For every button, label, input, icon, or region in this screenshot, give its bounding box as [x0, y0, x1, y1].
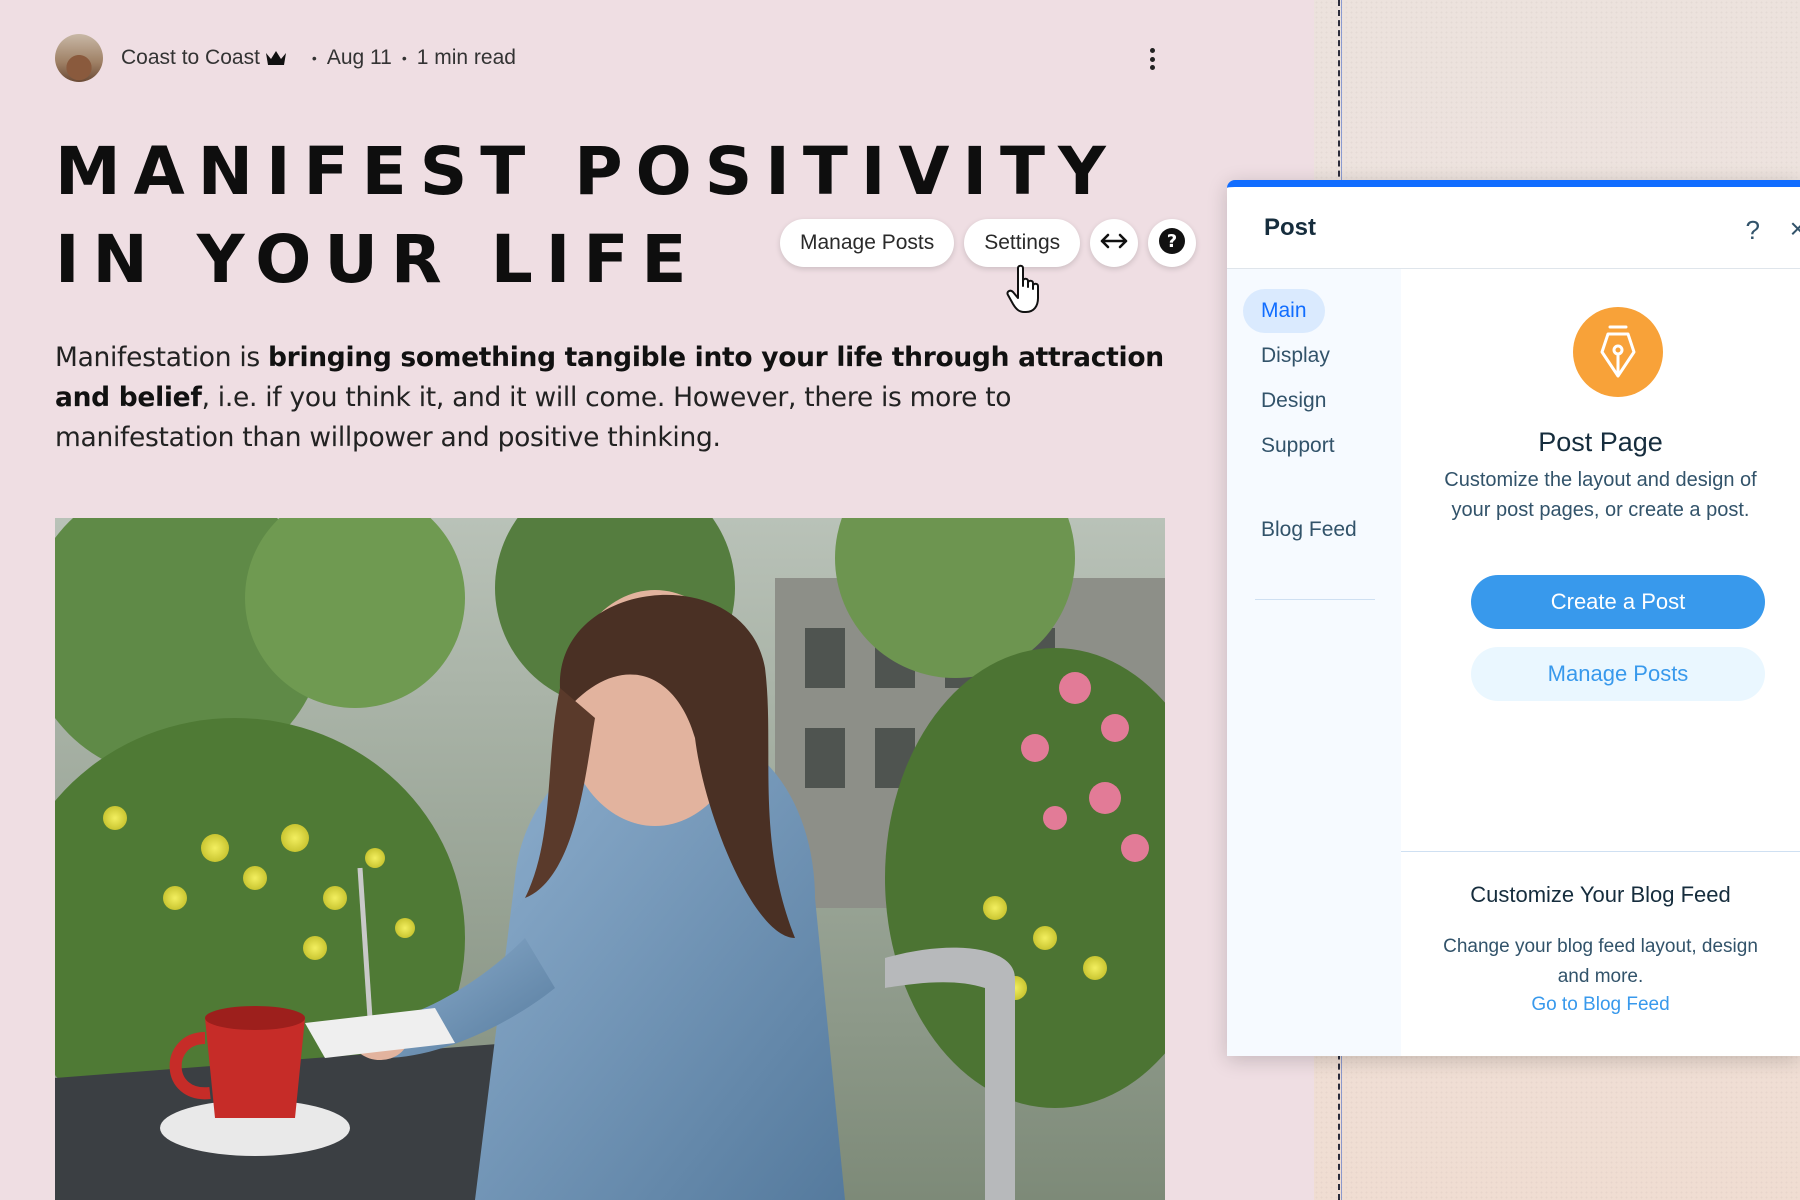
blog-feed-description: Change your blog feed layout, design and… — [1443, 936, 1758, 987]
settings-button[interactable]: Settings — [964, 219, 1081, 267]
post-date: Aug 11 — [326, 46, 392, 69]
panel-title: Post — [1264, 213, 1317, 241]
excerpt-text: Manifestation is — [55, 342, 269, 373]
crown-icon — [264, 49, 288, 67]
svg-text:?: ? — [1167, 231, 1177, 252]
dot-separator: • — [401, 50, 407, 66]
nav-divider — [1255, 599, 1375, 600]
help-button[interactable]: ? — [1148, 219, 1197, 267]
author-name[interactable]: Coast to Coast — [121, 46, 260, 70]
close-icon[interactable]: × — [1790, 213, 1800, 245]
go-to-blog-feed-link[interactable]: Go to Blog Feed — [1401, 994, 1800, 1016]
question-icon: ? — [1158, 227, 1186, 260]
tab-blog-feed[interactable]: Blog Feed — [1243, 508, 1375, 552]
hand-cursor-icon — [1006, 264, 1046, 321]
post-cover-image[interactable] — [55, 518, 1165, 1200]
manage-posts-panel-button[interactable]: Manage Posts — [1471, 647, 1765, 701]
tab-design[interactable]: Design — [1243, 379, 1344, 423]
create-post-button[interactable]: Create a Post — [1471, 575, 1765, 629]
more-icon[interactable] — [1140, 44, 1164, 74]
tab-support[interactable]: Support — [1243, 424, 1353, 468]
post-page-title: Post Page — [1538, 427, 1663, 457]
arrows-horizontal-icon — [1100, 232, 1128, 255]
panel-header: Post ? × — [1227, 187, 1800, 269]
post-title-line-1: MANIFEST POSITIVITY — [55, 133, 1119, 210]
tab-main[interactable]: Main — [1243, 289, 1325, 333]
manage-posts-button[interactable]: Manage Posts — [780, 219, 955, 267]
settings-panel: Post ? × Main Display Design Support Blo… — [1227, 180, 1800, 1056]
dot-separator: • — [311, 50, 317, 66]
blog-feed-title: Customize Your Blog Feed — [1470, 882, 1731, 907]
stretch-button[interactable] — [1090, 219, 1139, 267]
panel-nav: Main Display Design Support Blog Feed — [1227, 269, 1401, 1056]
tab-display[interactable]: Display — [1243, 334, 1348, 378]
blog-feed-section: Customize Your Blog Feed Change your blo… — [1401, 851, 1800, 1056]
post-excerpt: Manifestation is bringing something tang… — [55, 338, 1175, 458]
post-meta: Coast to Coast • Aug 11 • 1 min read — [55, 34, 516, 82]
avatar[interactable] — [55, 34, 103, 82]
post-title: MANIFEST POSITIVITY IN YOUR LIFE — [55, 128, 1155, 304]
pen-nib-icon — [1573, 307, 1663, 397]
help-icon[interactable]: ? — [1746, 215, 1760, 246]
floating-toolbar: Manage Posts Settings ? — [780, 219, 1197, 267]
post-page-description: Customize the layout and design of your … — [1444, 469, 1757, 521]
read-time: 1 min read — [416, 46, 516, 69]
